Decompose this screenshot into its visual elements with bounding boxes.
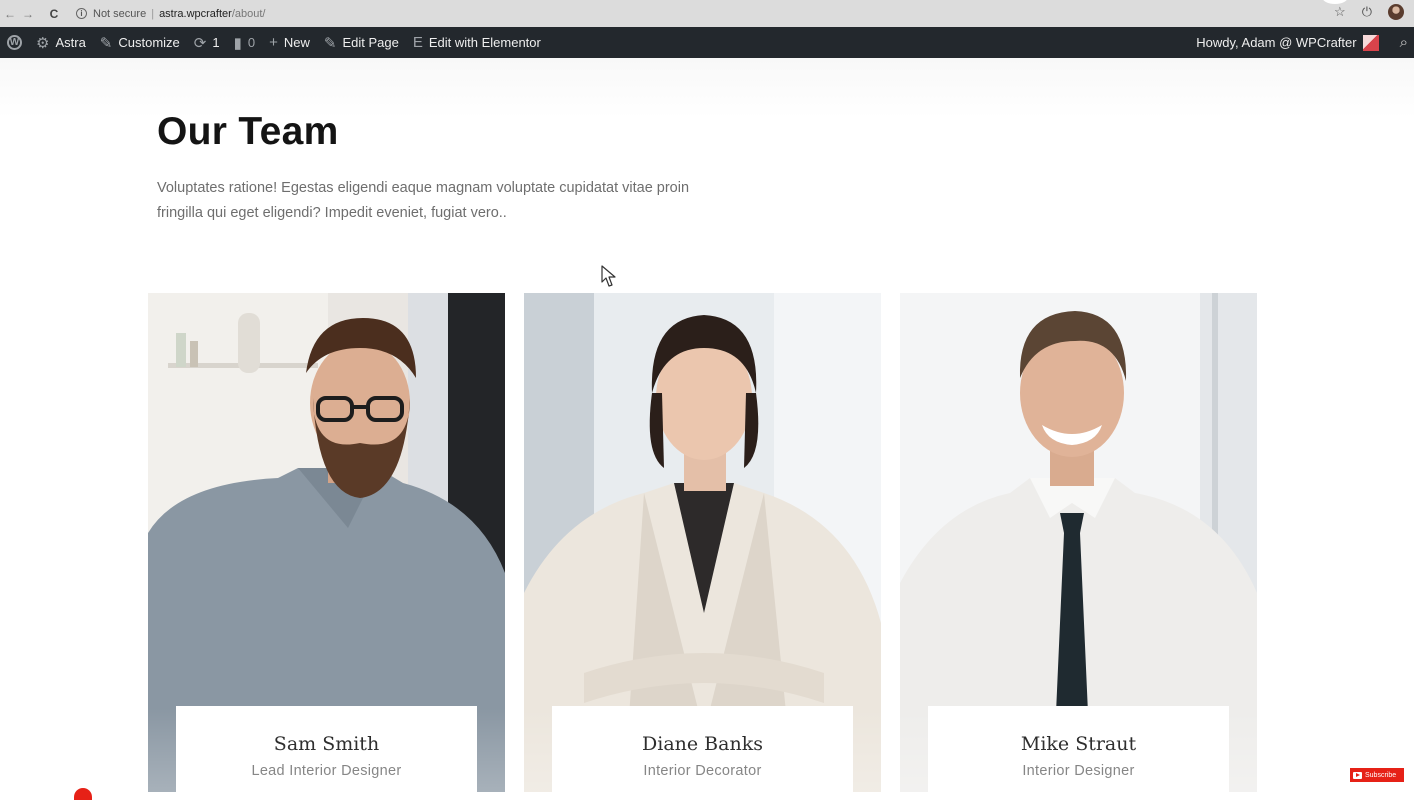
- updates-link[interactable]: ⟳ 1: [187, 27, 227, 58]
- team-member-name: Sam Smith: [273, 733, 380, 755]
- team-member-caption: Diane Banks Interior Decorator: [552, 706, 853, 792]
- new-content-menu[interactable]: + New: [262, 27, 317, 58]
- reload-button[interactable]: C: [46, 7, 62, 21]
- security-label: Not secure: [93, 7, 147, 20]
- wp-admin-bar: W ⚙ Astra ✎ Customize ⟳ 1 ▮ 0 + New ✎ Ed…: [0, 27, 1414, 58]
- edit-with-elementor-link[interactable]: E Edit with Elementor: [406, 27, 548, 58]
- back-button[interactable]: ←: [2, 7, 18, 21]
- comments-count: 0: [247, 35, 256, 50]
- search-icon[interactable]: ⌕: [1400, 34, 1408, 51]
- profile-avatar[interactable]: [1388, 4, 1404, 20]
- brush-icon: ✎: [99, 34, 113, 52]
- plus-icon: +: [269, 34, 278, 51]
- youtube-progress-marker: [74, 788, 92, 800]
- url-path: /about/: [231, 7, 266, 20]
- team-member-name: Mike Straut: [1020, 733, 1137, 755]
- admin-bar-secondary: Howdy, Adam @ WPCrafter ⌕: [1189, 27, 1414, 58]
- section-description: Voluptates ratione! Egestas eligendi eaq…: [157, 180, 690, 221]
- browser-actions: ☆ ⏻: [1334, 4, 1404, 20]
- youtube-play-icon: [1353, 771, 1362, 779]
- edit-page-label: Edit Page: [342, 35, 399, 50]
- comment-bubble-icon: ▮: [233, 34, 242, 52]
- power-icon[interactable]: ⏻: [1362, 4, 1372, 20]
- address-bar[interactable]: i Not secure | astra.wpcrafter/about/: [76, 8, 265, 20]
- info-icon[interactable]: i: [76, 8, 87, 19]
- url-host: astra.wpcrafter: [159, 7, 232, 20]
- team-member-role: Interior Decorator: [643, 763, 762, 779]
- team-member-name: Diane Banks: [642, 733, 763, 755]
- elementor-label: Edit with Elementor: [428, 35, 541, 50]
- team-member-card[interactable]: Mike Straut Interior Designer: [900, 293, 1257, 792]
- dashboard-icon: ⚙: [36, 34, 50, 52]
- mouse-cursor-icon: [601, 265, 616, 287]
- user-greeting: Howdy, Adam @ WPCrafter: [1196, 35, 1357, 50]
- updates-count: 1: [212, 35, 220, 50]
- page-content: Our Team Voluptates ratione! Egestas eli…: [0, 58, 1414, 800]
- comments-link[interactable]: ▮ 0: [227, 27, 263, 58]
- url-separator: |: [151, 7, 155, 20]
- team-member-card[interactable]: Diane Banks Interior Decorator: [524, 293, 881, 792]
- site-name-menu[interactable]: ⚙ Astra: [29, 27, 93, 58]
- user-avatar: [1362, 34, 1379, 51]
- edit-page-link[interactable]: ✎ Edit Page: [317, 27, 406, 58]
- pencil-icon: ✎: [323, 34, 337, 52]
- team-member-caption: Sam Smith Lead Interior Designer: [176, 706, 477, 792]
- team-member-caption: Mike Straut Interior Designer: [928, 706, 1229, 792]
- wordpress-logo-icon: W: [7, 35, 22, 50]
- team-member-role: Lead Interior Designer: [251, 763, 402, 779]
- page-title: Our Team: [157, 110, 339, 153]
- customize-label: Customize: [118, 35, 180, 50]
- team-member-role: Interior Designer: [1022, 763, 1135, 779]
- site-name: Astra: [55, 35, 86, 50]
- bookmark-star-icon[interactable]: ☆: [1334, 4, 1346, 20]
- team-member-card[interactable]: Sam Smith Lead Interior Designer: [148, 293, 505, 792]
- wp-logo-menu[interactable]: W: [0, 27, 29, 58]
- new-label: New: [283, 35, 310, 50]
- forward-button[interactable]: →: [20, 7, 36, 21]
- updates-icon: ⟳: [193, 34, 207, 52]
- elementor-icon: E: [412, 34, 423, 51]
- browser-toolbar: ← → C i Not secure | astra.wpcrafter/abo…: [0, 0, 1414, 27]
- subscribe-label: Subscribe: [1365, 771, 1397, 779]
- subscribe-button[interactable]: Subscribe: [1350, 768, 1404, 782]
- customize-link[interactable]: ✎ Customize: [93, 27, 187, 58]
- my-account-menu[interactable]: Howdy, Adam @ WPCrafter: [1189, 27, 1385, 58]
